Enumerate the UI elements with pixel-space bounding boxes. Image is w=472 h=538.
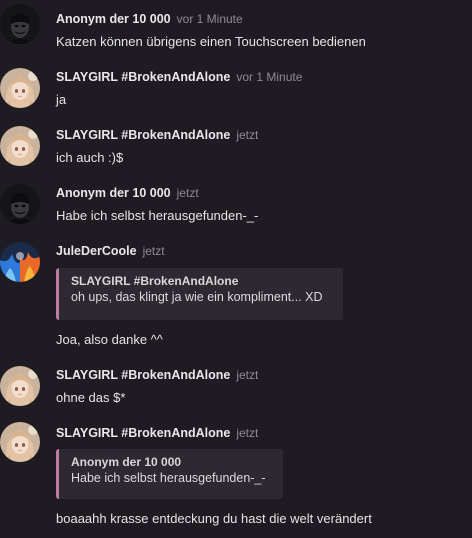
message-timestamp: jetzt bbox=[176, 186, 199, 200]
quote-author: Anonym der 10 000 bbox=[71, 455, 182, 469]
message-author[interactable]: SLAYGIRL #BrokenAndAlone bbox=[56, 70, 230, 84]
message-author[interactable]: JuleDerCoole bbox=[56, 244, 137, 258]
anime-girl-avatar[interactable] bbox=[0, 126, 40, 166]
message-timestamp: jetzt bbox=[142, 244, 165, 258]
message-author[interactable]: Anonym der 10 000 bbox=[56, 12, 171, 26]
message-text: ja bbox=[56, 92, 67, 107]
message-author[interactable]: SLAYGIRL #BrokenAndAlone bbox=[56, 368, 230, 382]
message-timestamp: vor 1 Minute bbox=[176, 12, 243, 26]
quote-text: oh ups, das klingt ja wie ein kompliment… bbox=[71, 290, 323, 304]
message-text: boaaahh krasse entdeckung du hast die we… bbox=[56, 511, 372, 526]
message-timestamp: vor 1 Minute bbox=[236, 70, 303, 84]
message-author[interactable]: Anonym der 10 000 bbox=[56, 186, 171, 200]
message-timestamp: jetzt bbox=[236, 368, 259, 382]
reply-quote[interactable]: SLAYGIRL #BrokenAndAlone oh ups, das kli… bbox=[56, 268, 343, 320]
message-text: ohne das $* bbox=[56, 390, 126, 405]
message-text: Joa, also danke ^^ bbox=[56, 332, 163, 347]
reply-quote[interactable]: Anonym der 10 000 Habe ich selbst heraus… bbox=[56, 449, 283, 499]
message-text: Katzen können übrigens einen Touchscreen… bbox=[56, 34, 366, 49]
message-author[interactable]: SLAYGIRL #BrokenAndAlone bbox=[56, 128, 230, 142]
anonymous-mask-avatar[interactable] bbox=[0, 184, 40, 224]
anime-girl-avatar[interactable] bbox=[0, 422, 40, 462]
message-text: Habe ich selbst herausgefunden-_- bbox=[56, 208, 259, 223]
message-timestamp: jetzt bbox=[236, 426, 259, 440]
anime-girl-avatar[interactable] bbox=[0, 68, 40, 108]
message-text: ich auch :)$ bbox=[56, 150, 124, 165]
quote-author: SLAYGIRL #BrokenAndAlone bbox=[71, 274, 239, 288]
message-author[interactable]: SLAYGIRL #BrokenAndAlone bbox=[56, 426, 230, 440]
message-timestamp: jetzt bbox=[236, 128, 259, 142]
quote-text: Habe ich selbst herausgefunden-_- bbox=[71, 471, 266, 485]
anonymous-mask-avatar[interactable] bbox=[0, 4, 40, 44]
anime-girl-avatar[interactable] bbox=[0, 366, 40, 406]
fire-ice-avatar[interactable] bbox=[0, 242, 40, 282]
